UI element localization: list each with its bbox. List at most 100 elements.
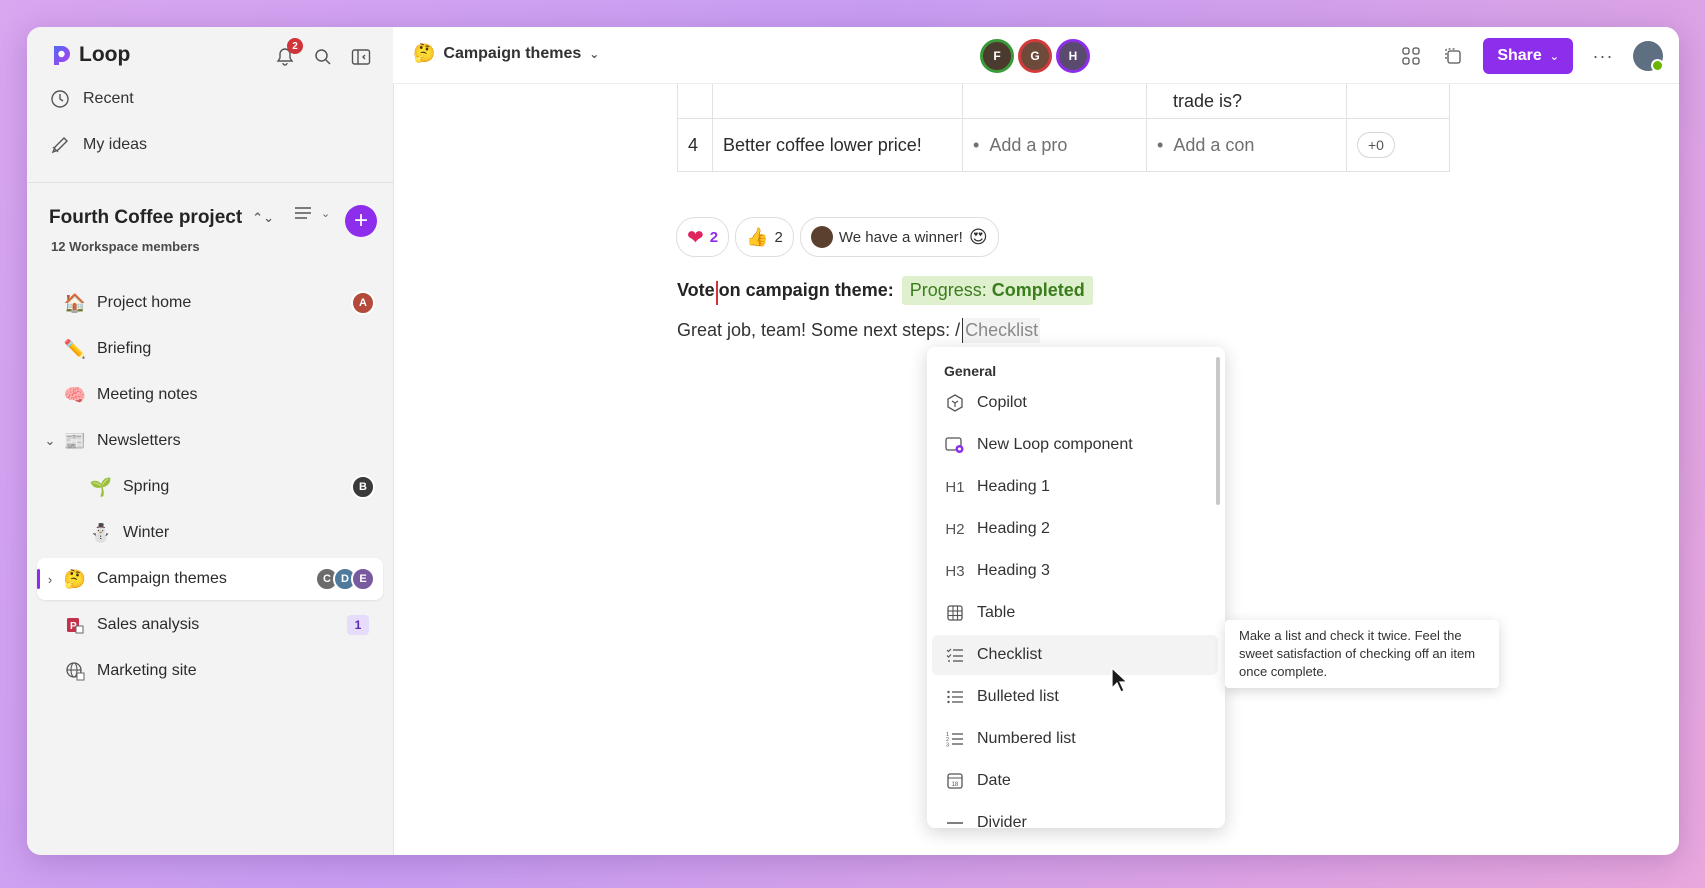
notifications-button[interactable]: 2 xyxy=(273,38,303,69)
sidebar-item-label: Meeting notes xyxy=(97,386,198,403)
pro-cell[interactable]: • Add a pro xyxy=(962,118,1147,172)
thumbs-up-reaction[interactable]: 👍 2 xyxy=(735,217,794,257)
nav-recent-label: Recent xyxy=(83,90,134,107)
chevron-down-icon[interactable]: ⌄ xyxy=(37,433,63,449)
sidebar-item-label: Project home xyxy=(97,294,192,311)
sidebar-item-winter[interactable]: ⛄ Winter xyxy=(37,512,383,554)
share-label: Share xyxy=(1497,47,1542,64)
comment-reaction[interactable]: We have a winner! 😍 xyxy=(799,217,999,257)
user-avatar[interactable] xyxy=(1633,41,1664,72)
avatar[interactable]: F xyxy=(980,39,1014,73)
table-icon xyxy=(944,602,966,624)
chevron-down-icon: ⌄ xyxy=(321,207,331,220)
sidebar-item-label: Winter xyxy=(123,524,170,541)
chevron-right-icon[interactable]: › xyxy=(37,572,63,587)
table-cell[interactable] xyxy=(712,84,963,119)
share-button[interactable]: Share ⌄ xyxy=(1483,38,1573,74)
vote-heading[interactable]: Vote on campaign theme: Progress: Complet… xyxy=(677,276,1093,305)
plus-icon: + xyxy=(353,207,368,234)
sidebar-item-label: Sales analysis xyxy=(97,616,200,633)
search-button[interactable] xyxy=(311,45,335,69)
sidebar-item-label: Campaign themes xyxy=(97,570,227,587)
doc-title-text: Campaign themes xyxy=(443,44,582,62)
collapse-sidebar-button[interactable] xyxy=(349,45,373,69)
slash-command-query[interactable]: Checklist xyxy=(962,318,1041,343)
newspaper-emoji-icon: 📰 xyxy=(63,430,87,451)
sidebar-item-sales-analysis[interactable]: P Sales analysis 1 xyxy=(37,604,383,646)
sidebar: Loop 2 Recent My ideas Fourth Coffee pro… xyxy=(27,27,394,855)
copy-component-button[interactable] xyxy=(1441,44,1465,68)
vote-button[interactable]: +0 xyxy=(1357,132,1395,158)
components-button[interactable] xyxy=(1399,44,1423,68)
menu-item-numbered-list[interactable]: 123 Numbered list xyxy=(932,719,1218,759)
menu-item-label: Checklist xyxy=(977,646,1042,663)
insert-menu: General Copilot New Loop component H1 He… xyxy=(927,347,1225,828)
pro-placeholder: Add a pro xyxy=(989,134,1068,155)
avatar-group: C D E xyxy=(315,567,375,591)
menu-section-title: General xyxy=(944,363,997,379)
menu-item-heading-2[interactable]: H2 Heading 2 xyxy=(932,509,1218,549)
doc-header: 🤔 Campaign themes ⌄ F G H Share ⌄ ··· xyxy=(393,27,1679,84)
apps-grid-icon xyxy=(1402,47,1420,65)
more-options-button[interactable]: ··· xyxy=(1591,44,1615,68)
vote-suffix: on campaign theme: xyxy=(718,280,894,300)
table-cell[interactable] xyxy=(962,84,1147,119)
app-name: Loop xyxy=(79,43,131,66)
seedling-emoji-icon: 🌱 xyxy=(89,476,113,497)
menu-item-table[interactable]: Table xyxy=(932,593,1218,633)
menu-item-date[interactable]: 18 Date xyxy=(932,761,1218,801)
avatar[interactable]: G xyxy=(1018,39,1052,73)
ellipsis-icon: ··· xyxy=(1592,45,1614,66)
sidebar-item-label: Marketing site xyxy=(97,662,197,679)
sidebar-item-newsletters[interactable]: ⌄ 📰 Newsletters xyxy=(37,420,383,462)
sidebar-item-briefing[interactable]: ✏️ Briefing xyxy=(37,328,383,370)
copilot-icon xyxy=(944,392,966,414)
menu-item-label: Divider xyxy=(977,814,1027,828)
menu-item-checklist[interactable]: Checklist xyxy=(932,635,1218,675)
workspace-view-options[interactable]: ⌄ xyxy=(293,205,330,221)
status-badge[interactable]: Progress: Completed xyxy=(901,276,1093,305)
menu-item-heading-3[interactable]: H3 Heading 3 xyxy=(932,551,1218,591)
workspace-title[interactable]: Fourth Coffee project ⌃⌄ xyxy=(49,207,274,229)
workspace-members[interactable]: 12 Workspace members xyxy=(51,239,200,254)
table-row: trade is? xyxy=(677,84,1450,119)
table-cell[interactable]: trade is? xyxy=(1146,84,1347,119)
thinking-face-emoji-icon: 🤔 xyxy=(63,568,87,589)
menu-item-heading-1[interactable]: H1 Heading 1 xyxy=(932,467,1218,507)
sidebar-item-campaign-themes[interactable]: › 🤔 Campaign themes C D E xyxy=(37,558,383,600)
collaborator-cursor xyxy=(715,280,718,305)
con-cell[interactable]: • Add a con xyxy=(1146,118,1347,172)
menu-item-bulleted-list[interactable]: Bulleted list xyxy=(932,677,1218,717)
collaborator-presence[interactable]: F G H xyxy=(980,39,1090,73)
snowman-emoji-icon: ⛄ xyxy=(89,522,113,543)
sidebar-item-project-home[interactable]: 🏠 Project home A xyxy=(37,282,383,324)
idea-cell[interactable]: Better coffee lower price! xyxy=(712,118,963,172)
nav-recent[interactable]: Recent xyxy=(49,88,134,110)
doc-title-button[interactable]: 🤔 Campaign themes ⌄ xyxy=(413,43,599,64)
menu-item-divider[interactable]: Divider xyxy=(932,803,1218,828)
pros-cons-table: trade is? 4 Better coffee lower price! •… xyxy=(677,84,1450,172)
next-steps-paragraph[interactable]: Great job, team! Some next steps: / Check… xyxy=(677,318,1041,343)
table-cell[interactable] xyxy=(677,84,713,119)
add-page-button[interactable]: + xyxy=(345,205,377,237)
sidebar-item-spring[interactable]: 🌱 Spring B xyxy=(37,466,383,508)
menu-item-copilot[interactable]: Copilot xyxy=(932,383,1218,423)
sidebar-item-label: Newsletters xyxy=(97,432,181,449)
nav-my-ideas[interactable]: My ideas xyxy=(49,134,147,156)
menu-item-new-loop-component[interactable]: New Loop component xyxy=(932,425,1218,465)
table-row: 4 Better coffee lower price! • Add a pro… xyxy=(677,118,1450,172)
table-cell[interactable] xyxy=(1346,84,1450,119)
heading-2-icon: H2 xyxy=(945,520,965,538)
sidebar-item-marketing-site[interactable]: Marketing site xyxy=(37,650,383,692)
active-indicator xyxy=(37,569,40,589)
reaction-count: 2 xyxy=(774,228,783,246)
checklist-icon xyxy=(944,644,966,666)
avatar[interactable]: H xyxy=(1056,39,1090,73)
reaction-count: 2 xyxy=(709,228,719,246)
svg-text:3: 3 xyxy=(946,743,949,749)
sidebar-item-meeting-notes[interactable]: 🧠 Meeting notes xyxy=(37,374,383,416)
next-steps-text: Great job, team! Some next steps: / xyxy=(677,320,961,340)
heart-reaction[interactable]: ❤ 2 xyxy=(676,217,730,257)
globe-icon xyxy=(63,659,87,683)
menu-item-label: Heading 1 xyxy=(977,478,1050,495)
